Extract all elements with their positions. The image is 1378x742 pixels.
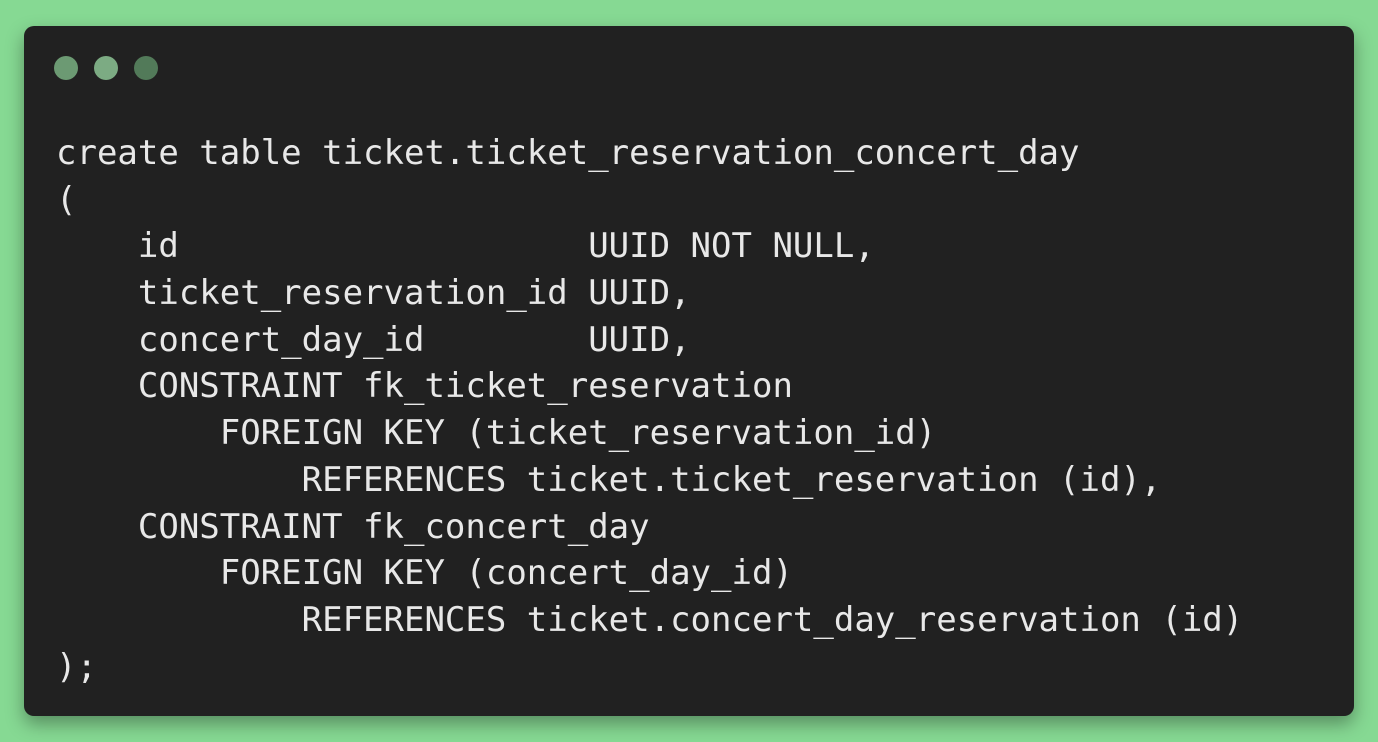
code-line-5: concert_day_id UUID, [56, 319, 691, 360]
code-window: create table ticket.ticket_reservation_c… [24, 26, 1354, 716]
code-line-2: ( [56, 179, 77, 220]
code-line-10: FOREIGN KEY (concert_day_id) [56, 553, 793, 594]
code-line-11: REFERENCES ticket.concert_day_reservatio… [56, 599, 1244, 640]
code-line-1: create table ticket.ticket_reservation_c… [56, 133, 1080, 173]
sql-code-block: create table ticket.ticket_reservation_c… [56, 130, 1243, 690]
code-line-4: ticket_reservation_id UUID, [56, 273, 691, 314]
code-line-12: ); [56, 646, 97, 687]
code-line-6: CONSTRAINT fk_ticket_reservation [56, 366, 793, 407]
code-line-8: REFERENCES ticket.ticket_reservation (id… [56, 459, 1162, 500]
zoom-button[interactable] [134, 56, 158, 80]
code-line-3: id UUID NOT NULL, [56, 226, 875, 267]
minimize-button[interactable] [94, 56, 118, 80]
close-button[interactable] [54, 56, 78, 80]
code-line-9: CONSTRAINT fk_concert_day [56, 506, 650, 547]
code-line-7: FOREIGN KEY (ticket_reservation_id) [56, 413, 937, 454]
window-controls [54, 56, 158, 80]
